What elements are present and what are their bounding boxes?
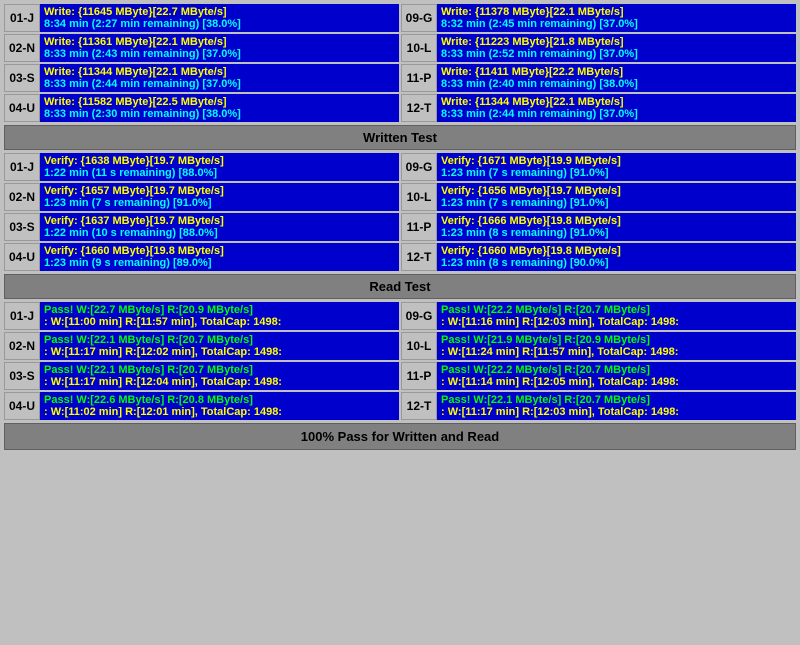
left-label: 03-S (4, 213, 40, 241)
right-label: 09-G (401, 4, 437, 32)
right-data: Verify: {1660 MByte}[19.8 MByte/s] 1:23 … (437, 243, 796, 271)
right-half: 10-L Write: {11223 MByte}[21.8 MByte/s] … (401, 34, 796, 62)
left-label: 02-N (4, 34, 40, 62)
left-label: 03-S (4, 362, 40, 390)
right-data: Write: {11223 MByte}[21.8 MByte/s] 8:33 … (437, 34, 796, 62)
left-label: 03-S (4, 64, 40, 92)
right-data: Pass! W:[21.9 MByte/s] R:[20.9 MByte/s] … (437, 332, 796, 360)
left-half: 02-N Write: {11361 MByte}[22.1 MByte/s] … (4, 34, 399, 62)
table-row: 04-U Write: {11582 MByte}[22.5 MByte/s] … (4, 94, 796, 122)
written-test-header: Written Test (4, 125, 796, 150)
right-label: 12-T (401, 243, 437, 271)
left-data: Verify: {1657 MByte}[19.7 MByte/s] 1:23 … (40, 183, 399, 211)
right-half: 11-P Verify: {1666 MByte}[19.8 MByte/s] … (401, 213, 796, 241)
right-data: Verify: {1656 MByte}[19.7 MByte/s] 1:23 … (437, 183, 796, 211)
right-label: 12-T (401, 392, 437, 420)
right-half: 09-G Write: {11378 MByte}[22.1 MByte/s] … (401, 4, 796, 32)
left-label: 04-U (4, 392, 40, 420)
left-half: 01-J Verify: {1638 MByte}[19.7 MByte/s] … (4, 153, 399, 181)
table-row: 03-S Pass! W:[22.1 MByte/s] R:[20.7 MByt… (4, 362, 796, 390)
verify-rows: 01-J Verify: {1638 MByte}[19.7 MByte/s] … (4, 153, 796, 271)
right-data: Pass! W:[22.1 MByte/s] R:[20.7 MByte/s] … (437, 392, 796, 420)
left-data: Verify: {1660 MByte}[19.8 MByte/s] 1:23 … (40, 243, 399, 271)
left-label: 02-N (4, 183, 40, 211)
right-half: 10-L Pass! W:[21.9 MByte/s] R:[20.9 MByt… (401, 332, 796, 360)
left-data: Write: {11645 MByte}[22.7 MByte/s] 8:34 … (40, 4, 399, 32)
right-half: 12-T Verify: {1660 MByte}[19.8 MByte/s] … (401, 243, 796, 271)
left-data: Pass! W:[22.7 MByte/s] R:[20.9 MByte/s] … (40, 302, 399, 330)
right-half: 12-T Pass! W:[22.1 MByte/s] R:[20.7 MByt… (401, 392, 796, 420)
left-data: Pass! W:[22.1 MByte/s] R:[20.7 MByte/s] … (40, 362, 399, 390)
read-test-header: Read Test (4, 274, 796, 299)
right-half: 10-L Verify: {1656 MByte}[19.7 MByte/s] … (401, 183, 796, 211)
table-row: 01-J Pass! W:[22.7 MByte/s] R:[20.9 MByt… (4, 302, 796, 330)
table-row: 02-N Write: {11361 MByte}[22.1 MByte/s] … (4, 34, 796, 62)
table-row: 02-N Pass! W:[22.1 MByte/s] R:[20.7 MByt… (4, 332, 796, 360)
right-half: 09-G Verify: {1671 MByte}[19.9 MByte/s] … (401, 153, 796, 181)
right-data: Verify: {1671 MByte}[19.9 MByte/s] 1:23 … (437, 153, 796, 181)
left-label: 01-J (4, 4, 40, 32)
right-label: 11-P (401, 362, 437, 390)
left-data: Write: {11361 MByte}[22.1 MByte/s] 8:33 … (40, 34, 399, 62)
right-label: 11-P (401, 64, 437, 92)
left-data: Write: {11582 MByte}[22.5 MByte/s] 8:33 … (40, 94, 399, 122)
verify-section: 01-J Verify: {1638 MByte}[19.7 MByte/s] … (4, 153, 796, 299)
left-data: Verify: {1638 MByte}[19.7 MByte/s] 1:22 … (40, 153, 399, 181)
right-label: 10-L (401, 34, 437, 62)
right-label: 11-P (401, 213, 437, 241)
left-data: Verify: {1637 MByte}[19.7 MByte/s] 1:22 … (40, 213, 399, 241)
right-data: Write: {11411 MByte}[22.2 MByte/s] 8:33 … (437, 64, 796, 92)
write-rows: 01-J Write: {11645 MByte}[22.7 MByte/s] … (4, 4, 796, 122)
left-label: 02-N (4, 332, 40, 360)
table-row: 02-N Verify: {1657 MByte}[19.7 MByte/s] … (4, 183, 796, 211)
left-label: 01-J (4, 302, 40, 330)
right-half: 11-P Write: {11411 MByte}[22.2 MByte/s] … (401, 64, 796, 92)
left-label: 04-U (4, 243, 40, 271)
right-half: 09-G Pass! W:[22.2 MByte/s] R:[20.7 MByt… (401, 302, 796, 330)
read-rows: 01-J Pass! W:[22.7 MByte/s] R:[20.9 MByt… (4, 302, 796, 420)
table-row: 04-U Verify: {1660 MByte}[19.8 MByte/s] … (4, 243, 796, 271)
left-half: 03-S Write: {11344 MByte}[22.1 MByte/s] … (4, 64, 399, 92)
right-data: Write: {11378 MByte}[22.1 MByte/s] 8:32 … (437, 4, 796, 32)
read-section: 01-J Pass! W:[22.7 MByte/s] R:[20.9 MByt… (4, 302, 796, 420)
table-row: 04-U Pass! W:[22.6 MByte/s] R:[20.8 MByt… (4, 392, 796, 420)
right-data: Write: {11344 MByte}[22.1 MByte/s] 8:33 … (437, 94, 796, 122)
left-data: Pass! W:[22.6 MByte/s] R:[20.8 MByte/s] … (40, 392, 399, 420)
right-data: Pass! W:[22.2 MByte/s] R:[20.7 MByte/s] … (437, 302, 796, 330)
left-half: 04-U Pass! W:[22.6 MByte/s] R:[20.8 MByt… (4, 392, 399, 420)
left-half: 02-N Pass! W:[22.1 MByte/s] R:[20.7 MByt… (4, 332, 399, 360)
right-label: 10-L (401, 332, 437, 360)
right-half: 11-P Pass! W:[22.2 MByte/s] R:[20.7 MByt… (401, 362, 796, 390)
right-label: 10-L (401, 183, 437, 211)
left-half: 04-U Write: {11582 MByte}[22.5 MByte/s] … (4, 94, 399, 122)
table-row: 01-J Write: {11645 MByte}[22.7 MByte/s] … (4, 4, 796, 32)
right-half: 12-T Write: {11344 MByte}[22.1 MByte/s] … (401, 94, 796, 122)
left-data: Pass! W:[22.1 MByte/s] R:[20.7 MByte/s] … (40, 332, 399, 360)
right-label: 09-G (401, 302, 437, 330)
table-row: 03-S Verify: {1637 MByte}[19.7 MByte/s] … (4, 213, 796, 241)
write-section: 01-J Write: {11645 MByte}[22.7 MByte/s] … (4, 4, 796, 150)
table-row: 01-J Verify: {1638 MByte}[19.7 MByte/s] … (4, 153, 796, 181)
footer-status: 100% Pass for Written and Read (4, 423, 796, 450)
left-half: 03-S Pass! W:[22.1 MByte/s] R:[20.7 MByt… (4, 362, 399, 390)
left-label: 01-J (4, 153, 40, 181)
right-data: Verify: {1666 MByte}[19.8 MByte/s] 1:23 … (437, 213, 796, 241)
main-container: 01-J Write: {11645 MByte}[22.7 MByte/s] … (0, 0, 800, 454)
left-half: 04-U Verify: {1660 MByte}[19.8 MByte/s] … (4, 243, 399, 271)
right-label: 09-G (401, 153, 437, 181)
left-half: 02-N Verify: {1657 MByte}[19.7 MByte/s] … (4, 183, 399, 211)
left-label: 04-U (4, 94, 40, 122)
left-half: 03-S Verify: {1637 MByte}[19.7 MByte/s] … (4, 213, 399, 241)
left-half: 01-J Pass! W:[22.7 MByte/s] R:[20.9 MByt… (4, 302, 399, 330)
left-half: 01-J Write: {11645 MByte}[22.7 MByte/s] … (4, 4, 399, 32)
left-data: Write: {11344 MByte}[22.1 MByte/s] 8:33 … (40, 64, 399, 92)
right-data: Pass! W:[22.2 MByte/s] R:[20.7 MByte/s] … (437, 362, 796, 390)
table-row: 03-S Write: {11344 MByte}[22.1 MByte/s] … (4, 64, 796, 92)
right-label: 12-T (401, 94, 437, 122)
